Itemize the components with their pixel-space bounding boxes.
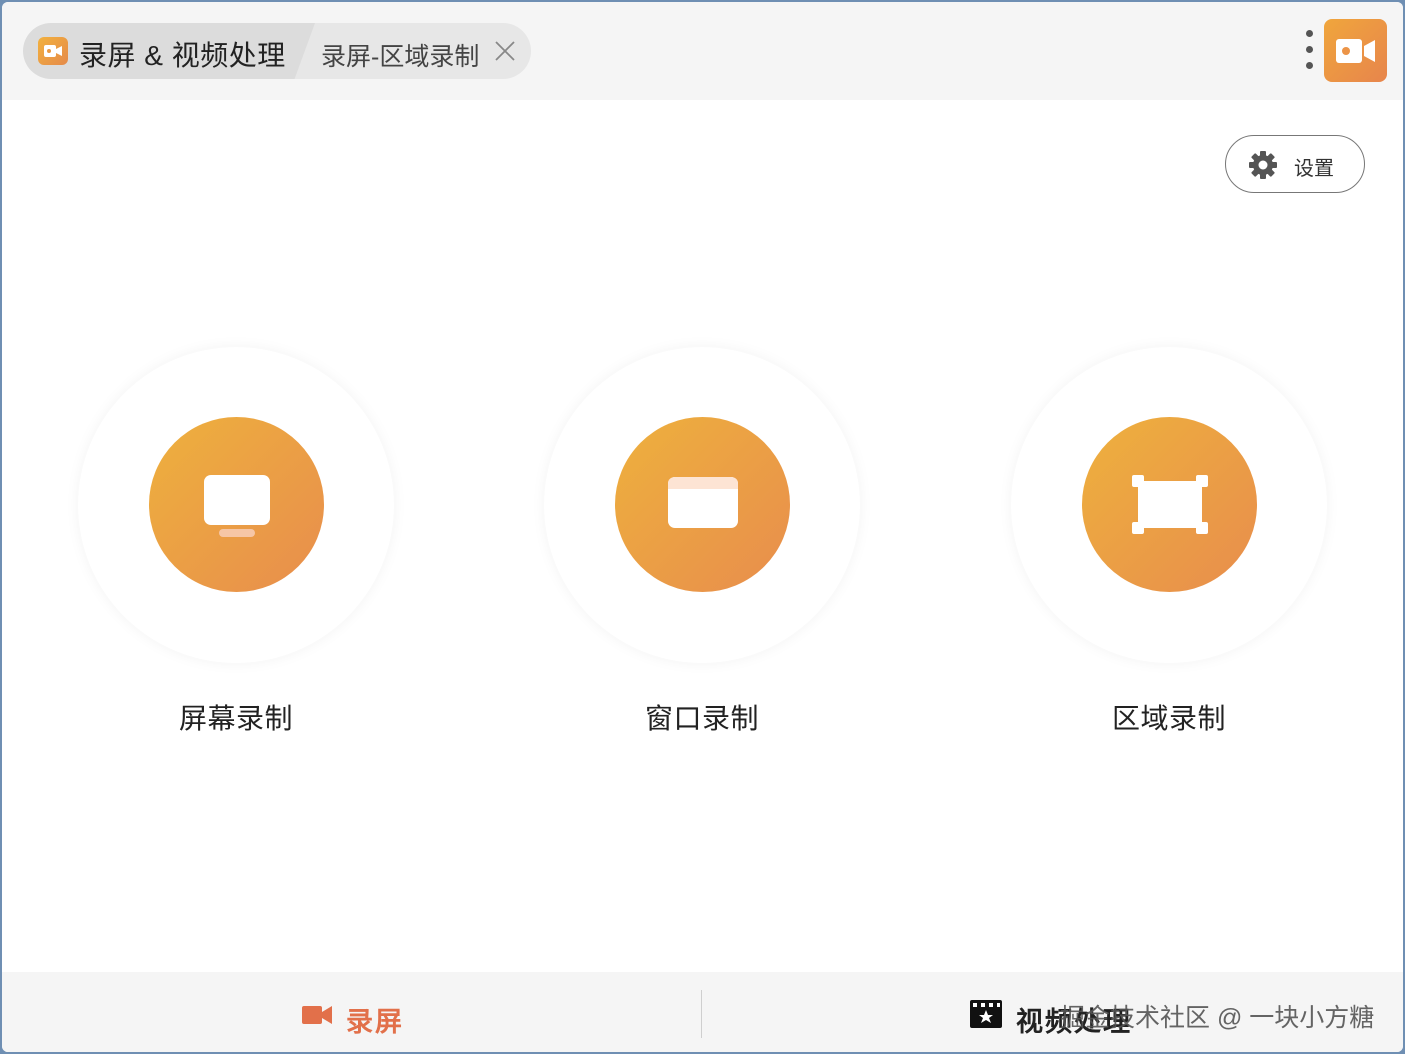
window-icon (668, 477, 738, 528)
gear-icon (1249, 151, 1277, 179)
settings-button[interactable]: 设置 (1225, 135, 1365, 193)
clapperboard-icon (970, 1000, 1002, 1028)
region-record-label: 区域录制 (1111, 703, 1226, 734)
title-bar: 录屏 & 视频处理 录屏-区域录制 (2, 2, 1403, 100)
screen-record-button[interactable] (149, 417, 324, 592)
nav-divider (701, 990, 702, 1038)
app-window: 录屏 & 视频处理 录屏-区域录制 设置 屏幕录制 窗口录制 区域录制 录屏 视… (2, 2, 1403, 1052)
region-record-button[interactable] (1082, 417, 1257, 592)
region-select-icon (1132, 475, 1208, 534)
window-record-button[interactable] (615, 417, 790, 592)
region-record-card[interactable]: 区域录制 (1011, 347, 1327, 734)
bottom-nav: 录屏 视频处理 掘金技术社区 @ 一块小方糖 (2, 972, 1403, 1052)
tab-main-label: 录屏 & 视频处理 (79, 40, 286, 71)
video-camera-icon (302, 1006, 332, 1024)
app-logo (1324, 19, 1387, 82)
monitor-icon (204, 475, 270, 537)
tab-main[interactable]: 录屏 & 视频处理 (23, 23, 315, 79)
nav-record-label: 录屏 (346, 1007, 404, 1037)
video-camera-icon (38, 37, 68, 65)
settings-label: 设置 (1294, 158, 1334, 180)
more-menu-icon[interactable] (1300, 30, 1318, 74)
tab-strip: 录屏 & 视频处理 录屏-区域录制 (23, 23, 531, 79)
tab-sub-label[interactable]: 录屏-区域录制 (321, 37, 479, 73)
window-record-label: 窗口录制 (644, 703, 759, 734)
screen-record-label: 屏幕录制 (178, 703, 293, 734)
window-record-card[interactable]: 窗口录制 (544, 347, 860, 734)
screen-record-card[interactable]: 屏幕录制 (78, 347, 394, 734)
close-icon[interactable] (493, 39, 517, 63)
watermark-text: 掘金技术社区 @ 一块小方糖 (1060, 1004, 1375, 1032)
